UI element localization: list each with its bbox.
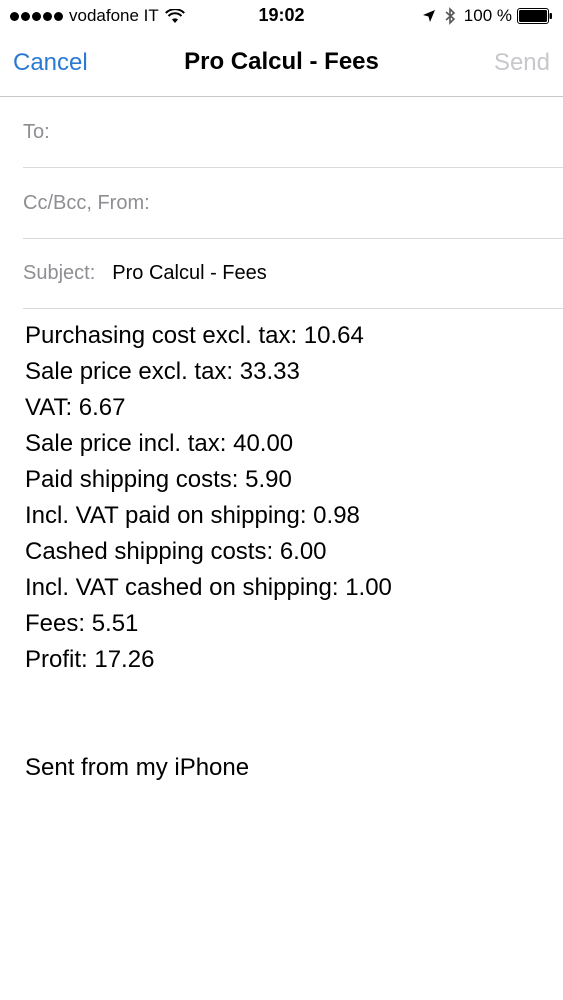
body-line: VAT: 6.67 [25, 394, 126, 421]
location-arrow-icon [422, 10, 435, 22]
body-line: Fees: 5.51 [25, 610, 139, 637]
cc-bcc-from-field-row[interactable]: Cc/Bcc, From: [23, 168, 563, 239]
body-line: Incl. VAT paid on shipping: 0.98 [25, 502, 360, 529]
body-line: Sale price excl. tax: 33.33 [25, 358, 300, 385]
battery-icon [517, 8, 552, 24]
body-line: Purchasing cost excl. tax: 10.64 [25, 322, 364, 349]
battery-percentage: 100 % [463, 6, 512, 25]
cc-bcc-from-label: Cc/Bcc, From: [23, 191, 150, 214]
cc-bcc-input[interactable] [149, 183, 563, 223]
status-bar: vodafone IT 19:02 100 % [0, 0, 563, 32]
cancel-button[interactable]: Cancel [13, 49, 88, 77]
send-button[interactable]: Send [494, 49, 550, 77]
body-line: Incl. VAT cashed on shipping: 1.00 [25, 574, 392, 601]
subject-label: Subject: [23, 261, 96, 284]
message-body[interactable]: Purchasing cost excl. tax: 10.64 Sale pr… [25, 318, 553, 678]
body-line: Cashed shipping costs: 6.00 [25, 538, 327, 565]
email-signature: Sent from my iPhone [25, 754, 250, 781]
body-line: Sale price incl. tax: 40.00 [25, 430, 294, 457]
subject-input[interactable]: Pro Calcul - Fees [112, 262, 267, 285]
body-line: Profit: 17.26 [25, 646, 155, 673]
status-right: 100 % [422, 6, 553, 26]
subject-field-row[interactable]: Subject: Pro Calcul - Fees [23, 238, 563, 309]
to-field-row[interactable]: To: [23, 97, 563, 168]
bluetooth-icon [445, 7, 455, 25]
to-label: To: [23, 120, 50, 143]
nav-bar: Cancel Pro Calcul - Fees Send [0, 32, 563, 97]
body-line: Paid shipping costs: 5.90 [25, 466, 292, 493]
to-input[interactable] [49, 112, 563, 152]
